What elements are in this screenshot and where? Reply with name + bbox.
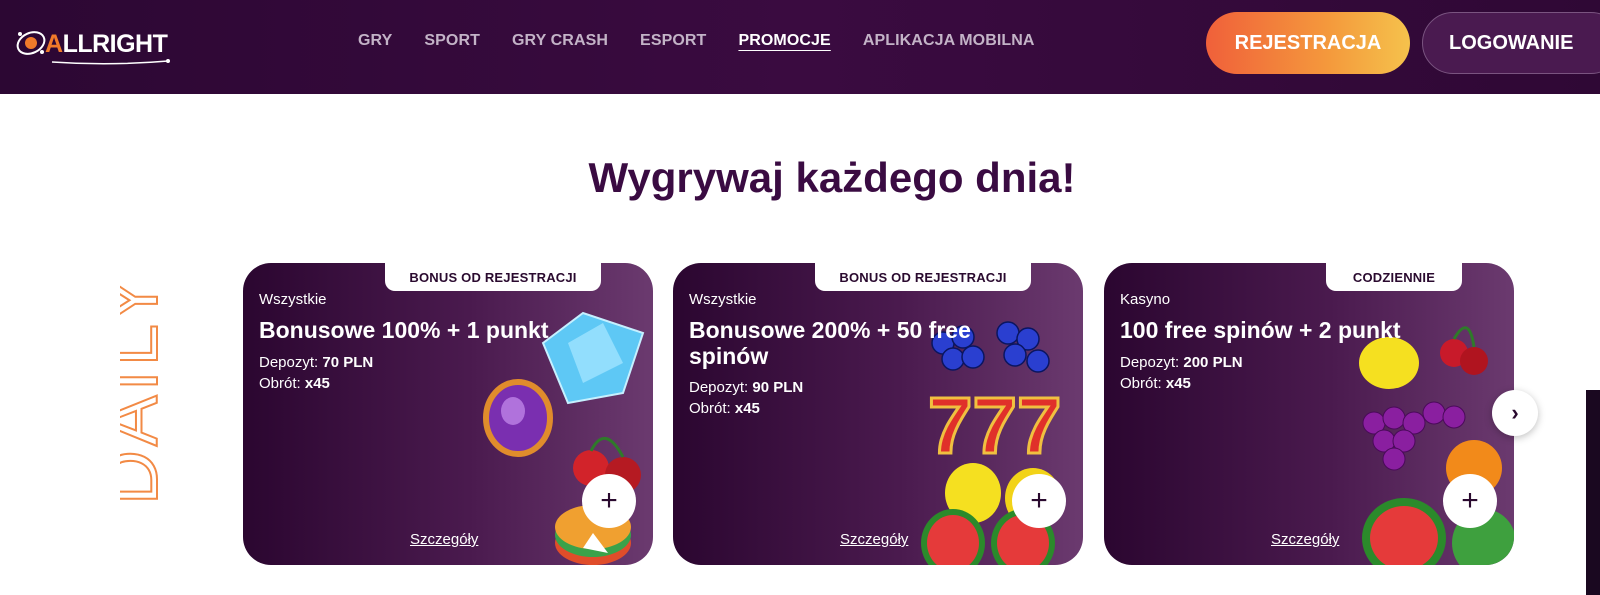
promo-category: Kasyno [1120, 291, 1171, 308]
promo-meta: Depozyt: 200 PLN Obrót: x45 [1120, 352, 1243, 394]
plus-icon[interactable]: + [1443, 474, 1497, 528]
promo-name: Bonusowe 200% + 50 free spinów [689, 317, 971, 369]
turnover-label: Obrót: [1120, 375, 1162, 392]
logo-text: ALLRIGHT [45, 30, 168, 58]
nav-item-gry[interactable]: GRY [358, 32, 392, 50]
promo-card[interactable]: CODZIENNIE Kasyno 100 free spinów + 2 pu… [1104, 263, 1514, 565]
logo-mark-icon [16, 31, 46, 55]
details-link[interactable]: Szczegóły [410, 531, 478, 548]
promo-name: Bonusowe 100% + 1 punkt [259, 317, 549, 343]
deposit-label: Depozyt: [259, 354, 319, 371]
deposit-value: 90 PLN [752, 379, 804, 396]
promo-category: Wszystkie [259, 291, 327, 308]
daily-text: DAILY [120, 272, 174, 505]
plus-icon[interactable]: + [582, 474, 636, 528]
details-link[interactable]: Szczegóły [840, 531, 908, 548]
details-link[interactable]: Szczegóły [1271, 531, 1339, 548]
site-header: ALLRIGHT GRY SPORT GRY CRASH ESPORT PROM… [0, 0, 1600, 94]
nav-item-gry-crash[interactable]: GRY CRASH [512, 32, 608, 50]
turnover-label: Obrót: [689, 400, 731, 417]
promo-card[interactable]: BONUS OD REJESTRACJI Wszystkie Bonusowe … [673, 263, 1083, 565]
plus-icon[interactable]: + [1012, 474, 1066, 528]
promo-tag: BONUS OD REJESTRACJI [815, 263, 1031, 291]
nav-item-sport[interactable]: SPORT [424, 32, 480, 50]
deposit-label: Depozyt: [689, 379, 749, 396]
promo-meta: Depozyt: 70 PLN Obrót: x45 [259, 352, 373, 394]
promo-card[interactable]: BONUS OD REJESTRACJI Wszystkie Bonusowe … [243, 263, 653, 565]
turnover-value: x45 [304, 375, 330, 392]
side-panel-edge [1586, 390, 1600, 595]
page-title: Wygrywaj każdego dnia! [588, 154, 1076, 201]
nav-item-aplikacja-mobilna[interactable]: APLIKACJA MOBILNA [863, 32, 1035, 50]
main-nav: GRY SPORT GRY CRASH ESPORT PROMOCJE APLI… [358, 32, 1067, 50]
daily-side-label: DAILY [120, 272, 175, 506]
promo-category: Wszystkie [689, 291, 757, 308]
deposit-value: 200 PLN [1183, 354, 1243, 371]
chevron-right-icon[interactable]: › [1492, 390, 1538, 436]
turnover-value: x45 [734, 400, 760, 417]
register-button[interactable]: REJESTRACJA [1206, 12, 1410, 74]
deposit-label: Depozyt: [1120, 354, 1180, 371]
login-button[interactable]: LOGOWANIE [1422, 12, 1600, 74]
turnover-value: x45 [1165, 375, 1191, 392]
turnover-label: Obrót: [259, 375, 301, 392]
deposit-value: 70 PLN [322, 354, 374, 371]
nav-item-esport[interactable]: ESPORT [640, 32, 706, 50]
allright-logo[interactable]: ALLRIGHT [14, 24, 174, 65]
promo-name: 100 free spinów + 2 punkt [1120, 317, 1401, 343]
svg-text:777: 777 [928, 381, 1061, 470]
nav-item-promocje[interactable]: PROMOCJE [738, 32, 830, 50]
promo-tag: BONUS OD REJESTRACJI [385, 263, 601, 291]
promo-tag: CODZIENNIE [1326, 263, 1462, 291]
promo-meta: Depozyt: 90 PLN Obrót: x45 [689, 377, 803, 419]
logo-underline-icon [51, 59, 170, 65]
